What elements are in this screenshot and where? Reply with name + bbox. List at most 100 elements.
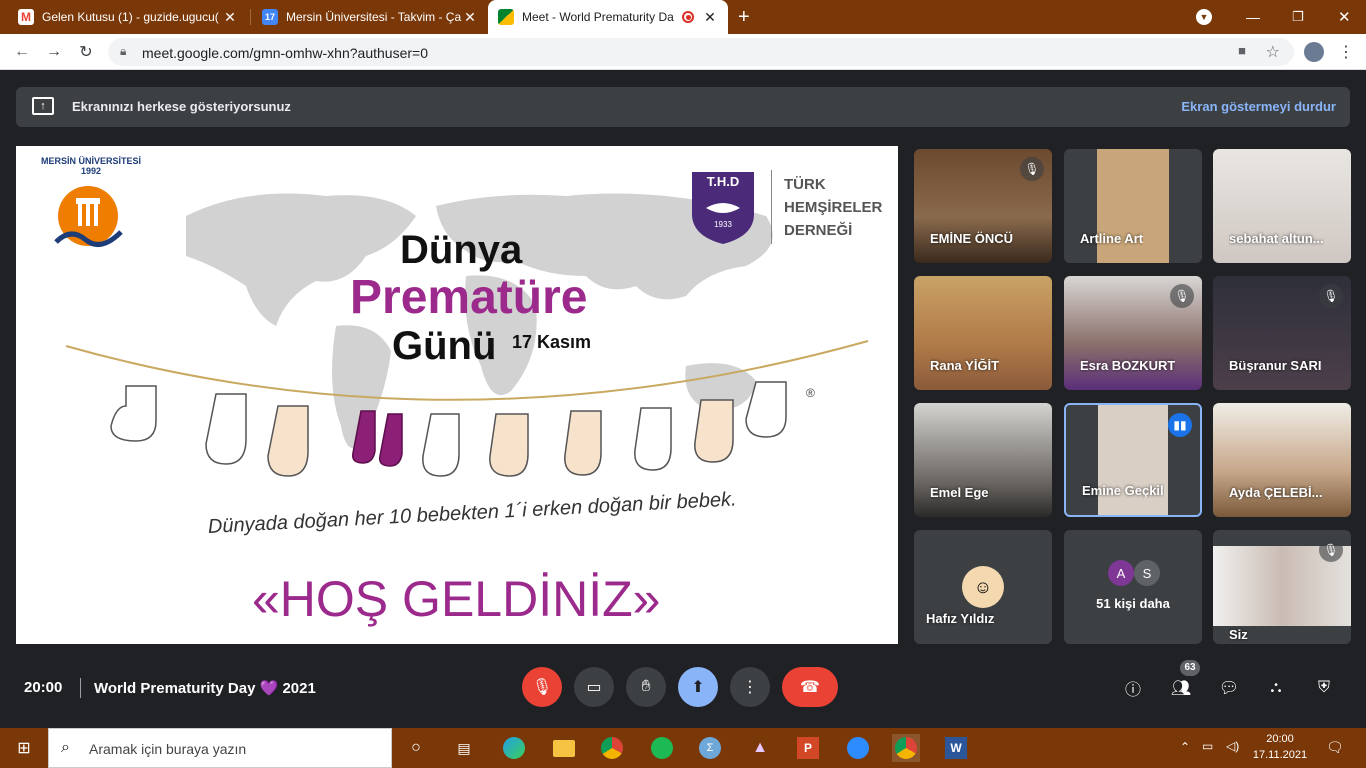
- close-window-button[interactable]: ✕: [1328, 0, 1358, 34]
- org-line3: DERNEĞİ: [784, 222, 853, 239]
- mic-off-icon: 🎙︎: [531, 679, 553, 696]
- participant-tile[interactable]: Ayda ÇELEBİ...: [1213, 403, 1351, 517]
- tab-search-button[interactable]: ▼: [1196, 0, 1220, 34]
- meeting-title: World Prematurity Day 💜 2021: [94, 680, 316, 697]
- url-text: meet.google.com/gmn-omhw-xhn?authuser=0: [142, 45, 428, 61]
- hang-up-icon: ☎︎: [800, 679, 820, 696]
- people-button[interactable]: 👥︎: [1168, 675, 1194, 701]
- mic-off-icon: 🎙︎: [1020, 157, 1044, 181]
- close-icon[interactable]: ✕: [462, 9, 478, 26]
- reload-button[interactable]: ↻: [74, 40, 98, 64]
- tab-meet[interactable]: Meet - World Prematurity Da ✕: [488, 0, 728, 34]
- hand-icon: ✋︎: [641, 678, 651, 695]
- participant-tile[interactable]: 🎙︎ Büşranur SARI: [1213, 276, 1351, 390]
- participant-tile[interactable]: Artline Art: [1064, 149, 1202, 263]
- raise-hand-button[interactable]: ✋︎: [626, 667, 666, 707]
- university-logo: [54, 186, 123, 247]
- minimize-icon: —: [1246, 9, 1260, 25]
- more-participants-tile[interactable]: A S 51 kişi daha: [1064, 530, 1202, 644]
- host-controls-button[interactable]: ⛨: [1311, 675, 1337, 701]
- math-icon: Σ: [699, 737, 721, 759]
- camera-toggle-button[interactable]: ▭: [574, 667, 614, 707]
- powerpoint-icon: P: [797, 737, 819, 759]
- word-app[interactable]: W: [942, 734, 970, 762]
- meet-icon: [498, 9, 514, 25]
- more-options-button[interactable]: ⋮: [730, 667, 770, 707]
- participant-tile[interactable]: 🎙︎ EMİNE ÖNCÜ: [914, 149, 1052, 263]
- title-line2: Prematüre: [350, 271, 588, 324]
- windows-logo-icon: ⊞: [17, 740, 31, 757]
- registered-mark: ®: [806, 386, 815, 400]
- browser-menu-button[interactable]: ⋮: [1334, 40, 1358, 64]
- spotify-app[interactable]: [648, 734, 676, 762]
- more-vertical-icon: ⋮: [1338, 44, 1354, 61]
- start-button[interactable]: ⊞: [10, 734, 38, 762]
- chevron-up-icon[interactable]: ⌃: [1180, 740, 1190, 754]
- file-explorer-app[interactable]: [550, 734, 578, 762]
- task-view-button[interactable]: ▤: [450, 734, 478, 762]
- present-screen-button[interactable]: ⬆: [678, 667, 718, 707]
- more-participants-label: 51 kişi daha: [1096, 596, 1170, 611]
- participant-tile[interactable]: 🎙︎ Esra BOZKURT: [1064, 276, 1202, 390]
- profile-avatar[interactable]: [1302, 40, 1326, 64]
- presenting-banner: ↑ Ekranınızı herkese gösteriyorsunuz Ekr…: [16, 87, 1350, 127]
- notification-icon[interactable]: 🗨︎: [1326, 739, 1344, 756]
- camera-icon[interactable]: ■: [1238, 43, 1246, 58]
- back-button[interactable]: ←: [10, 40, 34, 64]
- network-icon[interactable]: ▭: [1202, 739, 1213, 753]
- participant-tile[interactable]: Emel Ege: [914, 403, 1052, 517]
- chrome-meet-app[interactable]: [892, 734, 920, 762]
- zoom-icon: [847, 737, 869, 759]
- taskbar-clock-time[interactable]: 20:00: [1256, 733, 1304, 745]
- stop-presenting-button[interactable]: Ekran göstermeyi durdur: [1181, 99, 1336, 114]
- close-icon[interactable]: ✕: [222, 9, 238, 26]
- tab-title: Gelen Kutusu (1) - guzide.ugucu(: [42, 10, 219, 24]
- task-view-icon: ▤: [457, 739, 471, 756]
- powerpoint-app[interactable]: P: [794, 734, 822, 762]
- restore-button[interactable]: ❐: [1282, 0, 1312, 34]
- participant-name: Esra BOZKURT: [1080, 358, 1176, 373]
- chat-button[interactable]: 💬︎: [1216, 675, 1242, 701]
- close-icon: ✕: [1338, 9, 1351, 26]
- participant-tile[interactable]: Rana YİĞİT: [914, 276, 1052, 390]
- paint-app[interactable]: ▲: [746, 734, 774, 762]
- lock-icon: 🔒︎: [120, 44, 127, 58]
- zoom-app[interactable]: [844, 734, 872, 762]
- chrome-app[interactable]: [598, 734, 626, 762]
- thd-abbr: T.H.D: [706, 174, 740, 189]
- volume-icon[interactable]: ◁): [1226, 739, 1239, 753]
- leave-call-button[interactable]: ☎︎: [782, 667, 838, 707]
- participant-tile[interactable]: ☺ Hafız Yıldız: [914, 530, 1052, 644]
- cortana-button[interactable]: ○: [402, 734, 430, 762]
- address-bar[interactable]: 🔒︎ meet.google.com/gmn-omhw-xhn?authuser…: [108, 38, 1294, 66]
- edge-app[interactable]: [500, 734, 528, 762]
- close-icon[interactable]: ✕: [702, 9, 718, 26]
- new-tab-button[interactable]: +: [734, 0, 762, 34]
- participant-tile[interactable]: sebahat altun...: [1213, 149, 1351, 263]
- taskbar-clock-date[interactable]: 17.11.2021: [1246, 749, 1314, 761]
- chevron-down-icon: ▼: [1196, 9, 1212, 25]
- people-icon: 👥︎: [1170, 680, 1192, 697]
- self-view-tile[interactable]: 🎙︎ Siz: [1213, 530, 1351, 644]
- participant-tile-speaking[interactable]: ▮▮ Emine Geçkil: [1064, 403, 1202, 517]
- avatar: A: [1108, 560, 1134, 586]
- taskbar-search[interactable]: ⌕ Aramak için buraya yazın: [48, 728, 392, 768]
- star-icon[interactable]: ☆: [1266, 42, 1280, 62]
- mic-toggle-button[interactable]: 🎙︎: [522, 667, 562, 707]
- meeting-details-button[interactable]: ⓘ: [1120, 675, 1146, 701]
- participant-name: Emine Geçkil: [1082, 483, 1164, 498]
- video-camera-icon: ▭: [586, 679, 602, 696]
- title-line1: Dünya: [400, 228, 523, 272]
- org-line2: HEMŞİRELER: [784, 199, 883, 216]
- university-name: MERSİN ÜNİVERSİTESİ 1992: [40, 156, 141, 176]
- meeting-time: 20:00: [24, 679, 63, 696]
- forward-button[interactable]: →: [42, 40, 66, 64]
- minimize-button[interactable]: —: [1236, 0, 1266, 34]
- mic-off-icon: 🎙︎: [1170, 284, 1194, 308]
- tab-gmail[interactable]: M Gelen Kutusu (1) - guzide.ugucu( ✕: [8, 0, 248, 34]
- participant-name: Ayda ÇELEBİ...: [1229, 485, 1323, 500]
- present-screen-icon: ⬆: [691, 679, 705, 696]
- calculator-app[interactable]: Σ: [696, 734, 724, 762]
- tab-calendar[interactable]: 17 Mersin Üniversitesi - Takvim - Ça ✕: [252, 0, 488, 34]
- activities-button[interactable]: ⛬: [1263, 675, 1289, 701]
